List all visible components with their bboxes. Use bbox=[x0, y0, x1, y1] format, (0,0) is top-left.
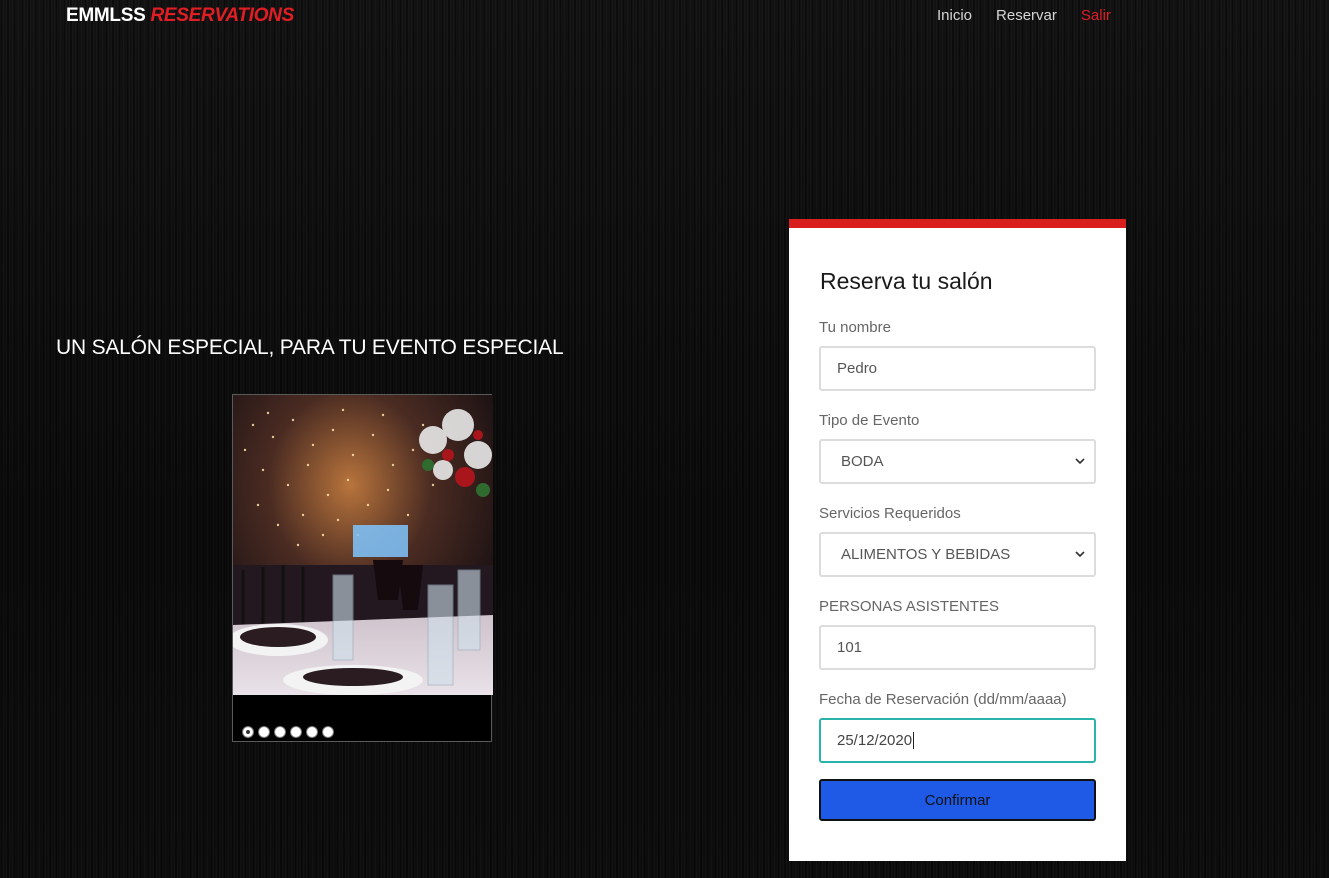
nav-link-inicio[interactable]: Inicio bbox=[937, 7, 972, 24]
services-select[interactable]: ALIMENTOS Y BEBIDAS bbox=[819, 532, 1096, 577]
slider-dot-2[interactable] bbox=[258, 726, 270, 738]
form-title: Reserva tu salón bbox=[820, 268, 993, 294]
name-label: Tu nombre bbox=[819, 319, 891, 336]
date-label: Fecha de Reservación (dd/mm/aaaa) bbox=[819, 691, 1067, 708]
guests-label: PERSONAS ASISTENTES bbox=[819, 598, 1000, 615]
brand-name: EMMLSS bbox=[66, 5, 146, 26]
brand-logo[interactable]: EMMLSS RESERVATIONS bbox=[66, 5, 294, 27]
navbar: EMMLSS RESERVATIONS Inicio Reservar Salir bbox=[0, 0, 1329, 34]
slider-dot-1[interactable] bbox=[242, 726, 254, 738]
name-field[interactable]: Pedro bbox=[819, 346, 1096, 391]
event-type-value: BODA bbox=[841, 453, 884, 470]
confirm-button[interactable]: Confirmar bbox=[819, 779, 1096, 821]
slider-dot-6[interactable] bbox=[322, 726, 334, 738]
hero-tagline: UN SALÓN ESPECIAL, PARA TU EVENTO ESPECI… bbox=[56, 336, 564, 359]
name-value: Pedro bbox=[837, 360, 878, 377]
event-type-label: Tipo de Evento bbox=[819, 412, 920, 429]
chevron-down-icon bbox=[1075, 458, 1085, 465]
services-value: ALIMENTOS Y BEBIDAS bbox=[841, 546, 1011, 563]
date-value: 25/12/2020 bbox=[837, 732, 913, 749]
slider-dots bbox=[242, 726, 334, 738]
event-type-select[interactable]: BODA bbox=[819, 439, 1096, 484]
chevron-down-icon bbox=[1075, 551, 1085, 558]
slider-dot-5[interactable] bbox=[306, 726, 318, 738]
date-field[interactable]: 25/12/2020 bbox=[819, 718, 1096, 763]
guests-field[interactable]: 101 bbox=[819, 625, 1096, 670]
guests-value: 101 bbox=[837, 639, 863, 656]
text-cursor bbox=[913, 732, 915, 749]
nav-links: Inicio Reservar Salir bbox=[937, 7, 1111, 24]
nav-link-salir[interactable]: Salir bbox=[1081, 7, 1111, 24]
image-slider[interactable] bbox=[232, 394, 493, 742]
brand-accent: RESERVATIONS bbox=[150, 5, 294, 26]
reservation-form: Reserva tu salón Tu nombre Pedro Tipo de… bbox=[789, 219, 1126, 861]
event-hall-photo bbox=[233, 395, 493, 695]
slider-dot-4[interactable] bbox=[290, 726, 302, 738]
slider-dot-3[interactable] bbox=[274, 726, 286, 738]
nav-link-reservar[interactable]: Reservar bbox=[996, 7, 1057, 24]
services-label: Servicios Requeridos bbox=[819, 505, 961, 522]
